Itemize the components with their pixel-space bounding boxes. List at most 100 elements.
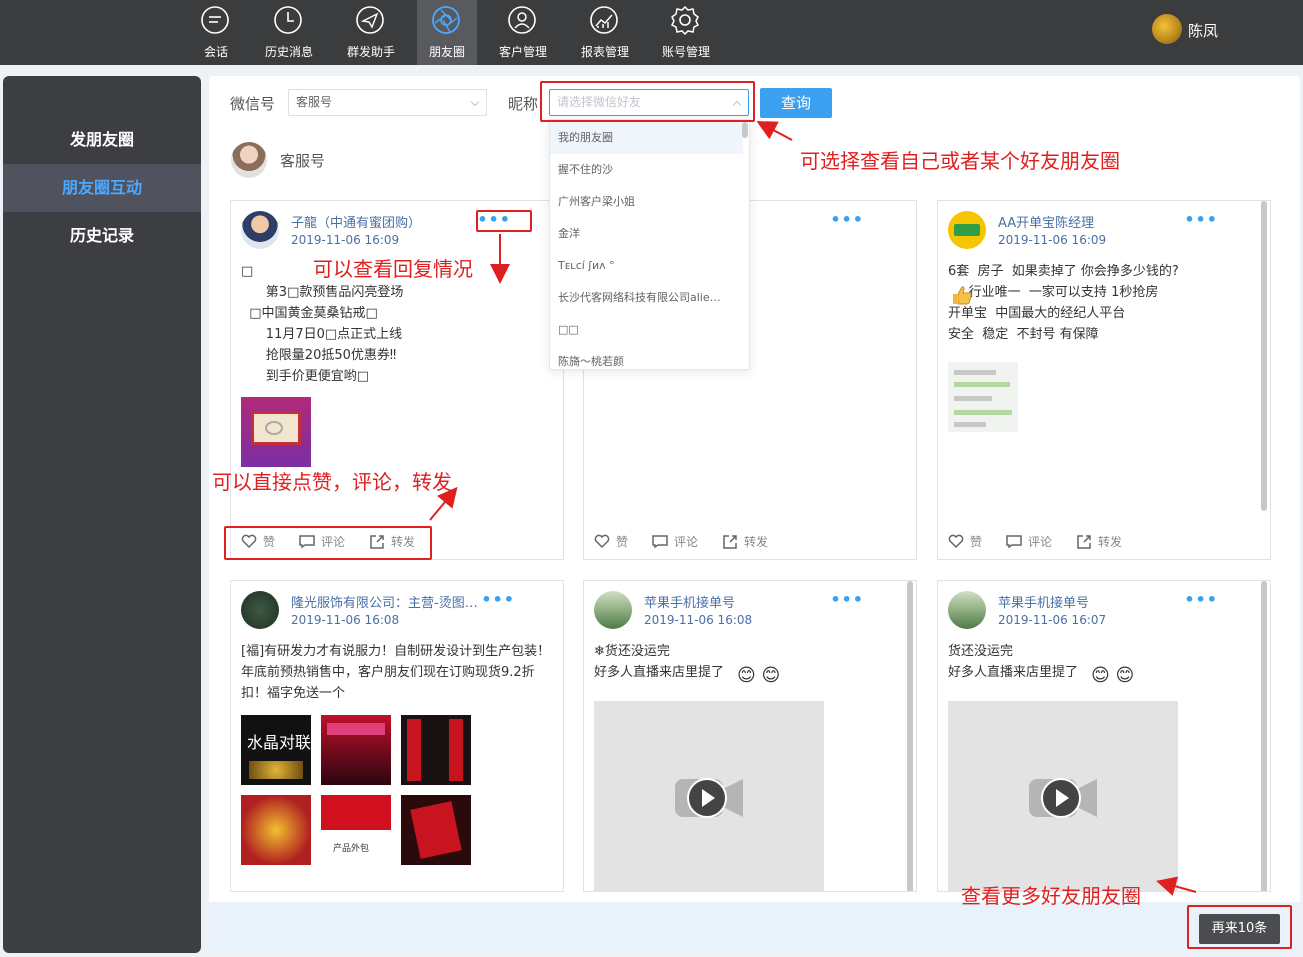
- nav-reports[interactable]: 报表管理: [574, 0, 636, 65]
- comment-label: 评论: [674, 535, 699, 549]
- post-image-text: 水晶对联: [247, 733, 312, 752]
- dropdown-option[interactable]: 金洋: [550, 218, 743, 250]
- annotation-box-more: [476, 210, 532, 232]
- scrollbar[interactable]: [1261, 201, 1267, 511]
- post-image[interactable]: [241, 795, 311, 865]
- sidebar-item-post-moments[interactable]: 发朋友圈: [3, 116, 201, 164]
- sidebar-item-moments-interaction[interactable]: 朋友圈互动: [3, 164, 201, 212]
- smile-emoji-icon: 😊 😊: [737, 665, 781, 686]
- dropdown-option[interactable]: □□: [550, 314, 743, 346]
- nav-customers[interactable]: 客户管理: [492, 0, 554, 65]
- dropdown-option[interactable]: 握不住的沙: [550, 154, 743, 186]
- footer-bar: [209, 902, 1300, 953]
- heart-icon: [948, 534, 964, 549]
- comment-icon: [1006, 535, 1022, 549]
- user-name: 陈凤: [1188, 22, 1219, 40]
- annotation-more: 查看更多好友朋友圈: [961, 884, 1141, 908]
- dropdown-scrollbar[interactable]: [742, 122, 748, 367]
- post-time: 2019-11-06 16:07: [998, 613, 1107, 627]
- post-image[interactable]: 产品外包: [321, 795, 391, 865]
- account-avatar: [231, 142, 267, 178]
- more-icon[interactable]: •••: [830, 210, 864, 229]
- like-label: 赞: [616, 535, 629, 549]
- send-icon: [356, 6, 384, 34]
- post-actions: 赞 评论 转发: [594, 531, 906, 553]
- thumbs-up-icon: [953, 286, 972, 305]
- post-image[interactable]: [241, 397, 311, 467]
- post-time: 2019-11-06 16:09: [998, 233, 1107, 247]
- gear-icon: [670, 5, 700, 36]
- dropdown-option[interactable]: 长沙代客网络科技有限公司alie…: [550, 282, 743, 314]
- nav-label: 群发助手: [346, 45, 395, 59]
- query-button[interactable]: 查询: [760, 88, 832, 118]
- nav-broadcast[interactable]: 群发助手: [340, 0, 402, 65]
- account-name: 客服号: [280, 152, 326, 170]
- nav-label: 报表管理: [580, 45, 629, 59]
- share-icon: [723, 535, 737, 549]
- post-author[interactable]: 隆光服饰有限公司：主营-烫图…: [291, 592, 478, 611]
- nav-history[interactable]: 历史消息: [258, 0, 320, 65]
- chevron-down-icon: [470, 97, 480, 107]
- more-icon[interactable]: •••: [481, 590, 515, 609]
- annotation-reply: 可以查看回复情况: [313, 257, 473, 281]
- nav-moments[interactable]: 朋友圈: [417, 0, 477, 65]
- scrollbar[interactable]: [907, 581, 913, 891]
- sidebar-item-history[interactable]: 历史记录: [3, 212, 201, 260]
- post-text: 6套 房子 如果卖掉了 你会挣多少钱的? 行业唯一 一家可以支持 1秒抢房 开单…: [948, 264, 1179, 342]
- annotation-box-actions: [224, 526, 432, 560]
- smile-emoji-icon: 😊 😊: [1091, 665, 1135, 686]
- post-time: 2019-11-06 16:08: [644, 613, 753, 627]
- post-author[interactable]: 子龍（中通有蜜团购）: [291, 212, 421, 231]
- post-avatar: [594, 591, 632, 629]
- avatar: [1152, 14, 1182, 44]
- post-image[interactable]: [401, 795, 471, 865]
- dropdown-option[interactable]: 陈旖～桃若颜: [550, 346, 743, 369]
- share-label: 转发: [1098, 535, 1123, 549]
- post-video[interactable]: [594, 701, 824, 891]
- post-text: [福]有研发力才有说服力！自制研发设计到生产包装！年底前预热销售中，客户朋友们现…: [241, 644, 551, 701]
- post-author[interactable]: 苹果手机接单号: [644, 592, 735, 611]
- annotation-select: 可选择查看自己或者某个好友朋友圈: [800, 149, 1120, 173]
- nav-chat[interactable]: 会话: [185, 0, 247, 65]
- sidebar: 发朋友圈 朋友圈互动 历史记录: [3, 76, 201, 953]
- more-icon[interactable]: •••: [1184, 590, 1218, 609]
- post-card: 苹果手机接单号 2019-11-06 16:08 ••• ❄货还没运完 好多人直…: [583, 580, 917, 892]
- post-time: 2019-11-06 16:09: [291, 233, 400, 247]
- nav-label: 朋友圈: [428, 45, 465, 59]
- wechat-label: 微信号: [230, 95, 276, 113]
- scrollbar[interactable]: [1261, 581, 1267, 891]
- like-label: 赞: [970, 535, 983, 549]
- nickname-dropdown: 我的朋友圈 握不住的沙 广州客户梁小姐 金洋 Tᴇʟᴄí ʃиʌ ° 长沙代客网…: [549, 119, 750, 370]
- post-image[interactable]: 水晶对联: [241, 715, 311, 785]
- post-image[interactable]: [321, 715, 391, 785]
- wechat-select[interactable]: 客服号: [288, 89, 487, 116]
- post-card: 隆光服饰有限公司：主营-烫图… 2019-11-06 16:08 ••• [福]…: [230, 580, 564, 892]
- nav-label: 历史消息: [264, 45, 313, 59]
- dropdown-option[interactable]: Tᴇʟᴄí ʃиʌ °: [550, 250, 743, 282]
- post-card: AA开单宝陈经理 2019-11-06 16:09 ••• 6套 房子 如果卖掉…: [937, 200, 1271, 560]
- wechat-select-value: 客服号: [296, 95, 333, 109]
- more-icon[interactable]: •••: [1184, 210, 1218, 229]
- clock-icon: [274, 6, 302, 34]
- nickname-label: 昵称: [508, 95, 539, 113]
- post-image[interactable]: [401, 715, 471, 785]
- post-avatar: [948, 591, 986, 629]
- video-play-icon: [1029, 778, 1097, 818]
- post-image[interactable]: [948, 362, 1018, 432]
- more-icon[interactable]: •••: [830, 590, 864, 609]
- annotation-box-load-more: [1187, 905, 1292, 949]
- post-card: 苹果手机接单号 2019-11-06 16:07 ••• 货还没运完 好多人直播…: [937, 580, 1271, 892]
- post-video[interactable]: [948, 701, 1178, 891]
- comment-icon: [652, 535, 668, 549]
- comment-label: 评论: [1028, 535, 1053, 549]
- user-icon: [508, 6, 536, 34]
- post-author[interactable]: AA开单宝陈经理: [998, 212, 1094, 231]
- nav-label: 会话: [203, 45, 228, 59]
- annotation-box-nickname: [540, 81, 755, 122]
- dropdown-option[interactable]: 我的朋友圈: [550, 122, 743, 154]
- post-author[interactable]: 苹果手机接单号: [998, 592, 1089, 611]
- dropdown-option[interactable]: 广州客户梁小姐: [550, 186, 743, 218]
- share-label: 转发: [744, 535, 769, 549]
- post-time: 2019-11-06 16:08: [291, 613, 400, 627]
- nav-accounts[interactable]: 账号管理: [655, 0, 717, 65]
